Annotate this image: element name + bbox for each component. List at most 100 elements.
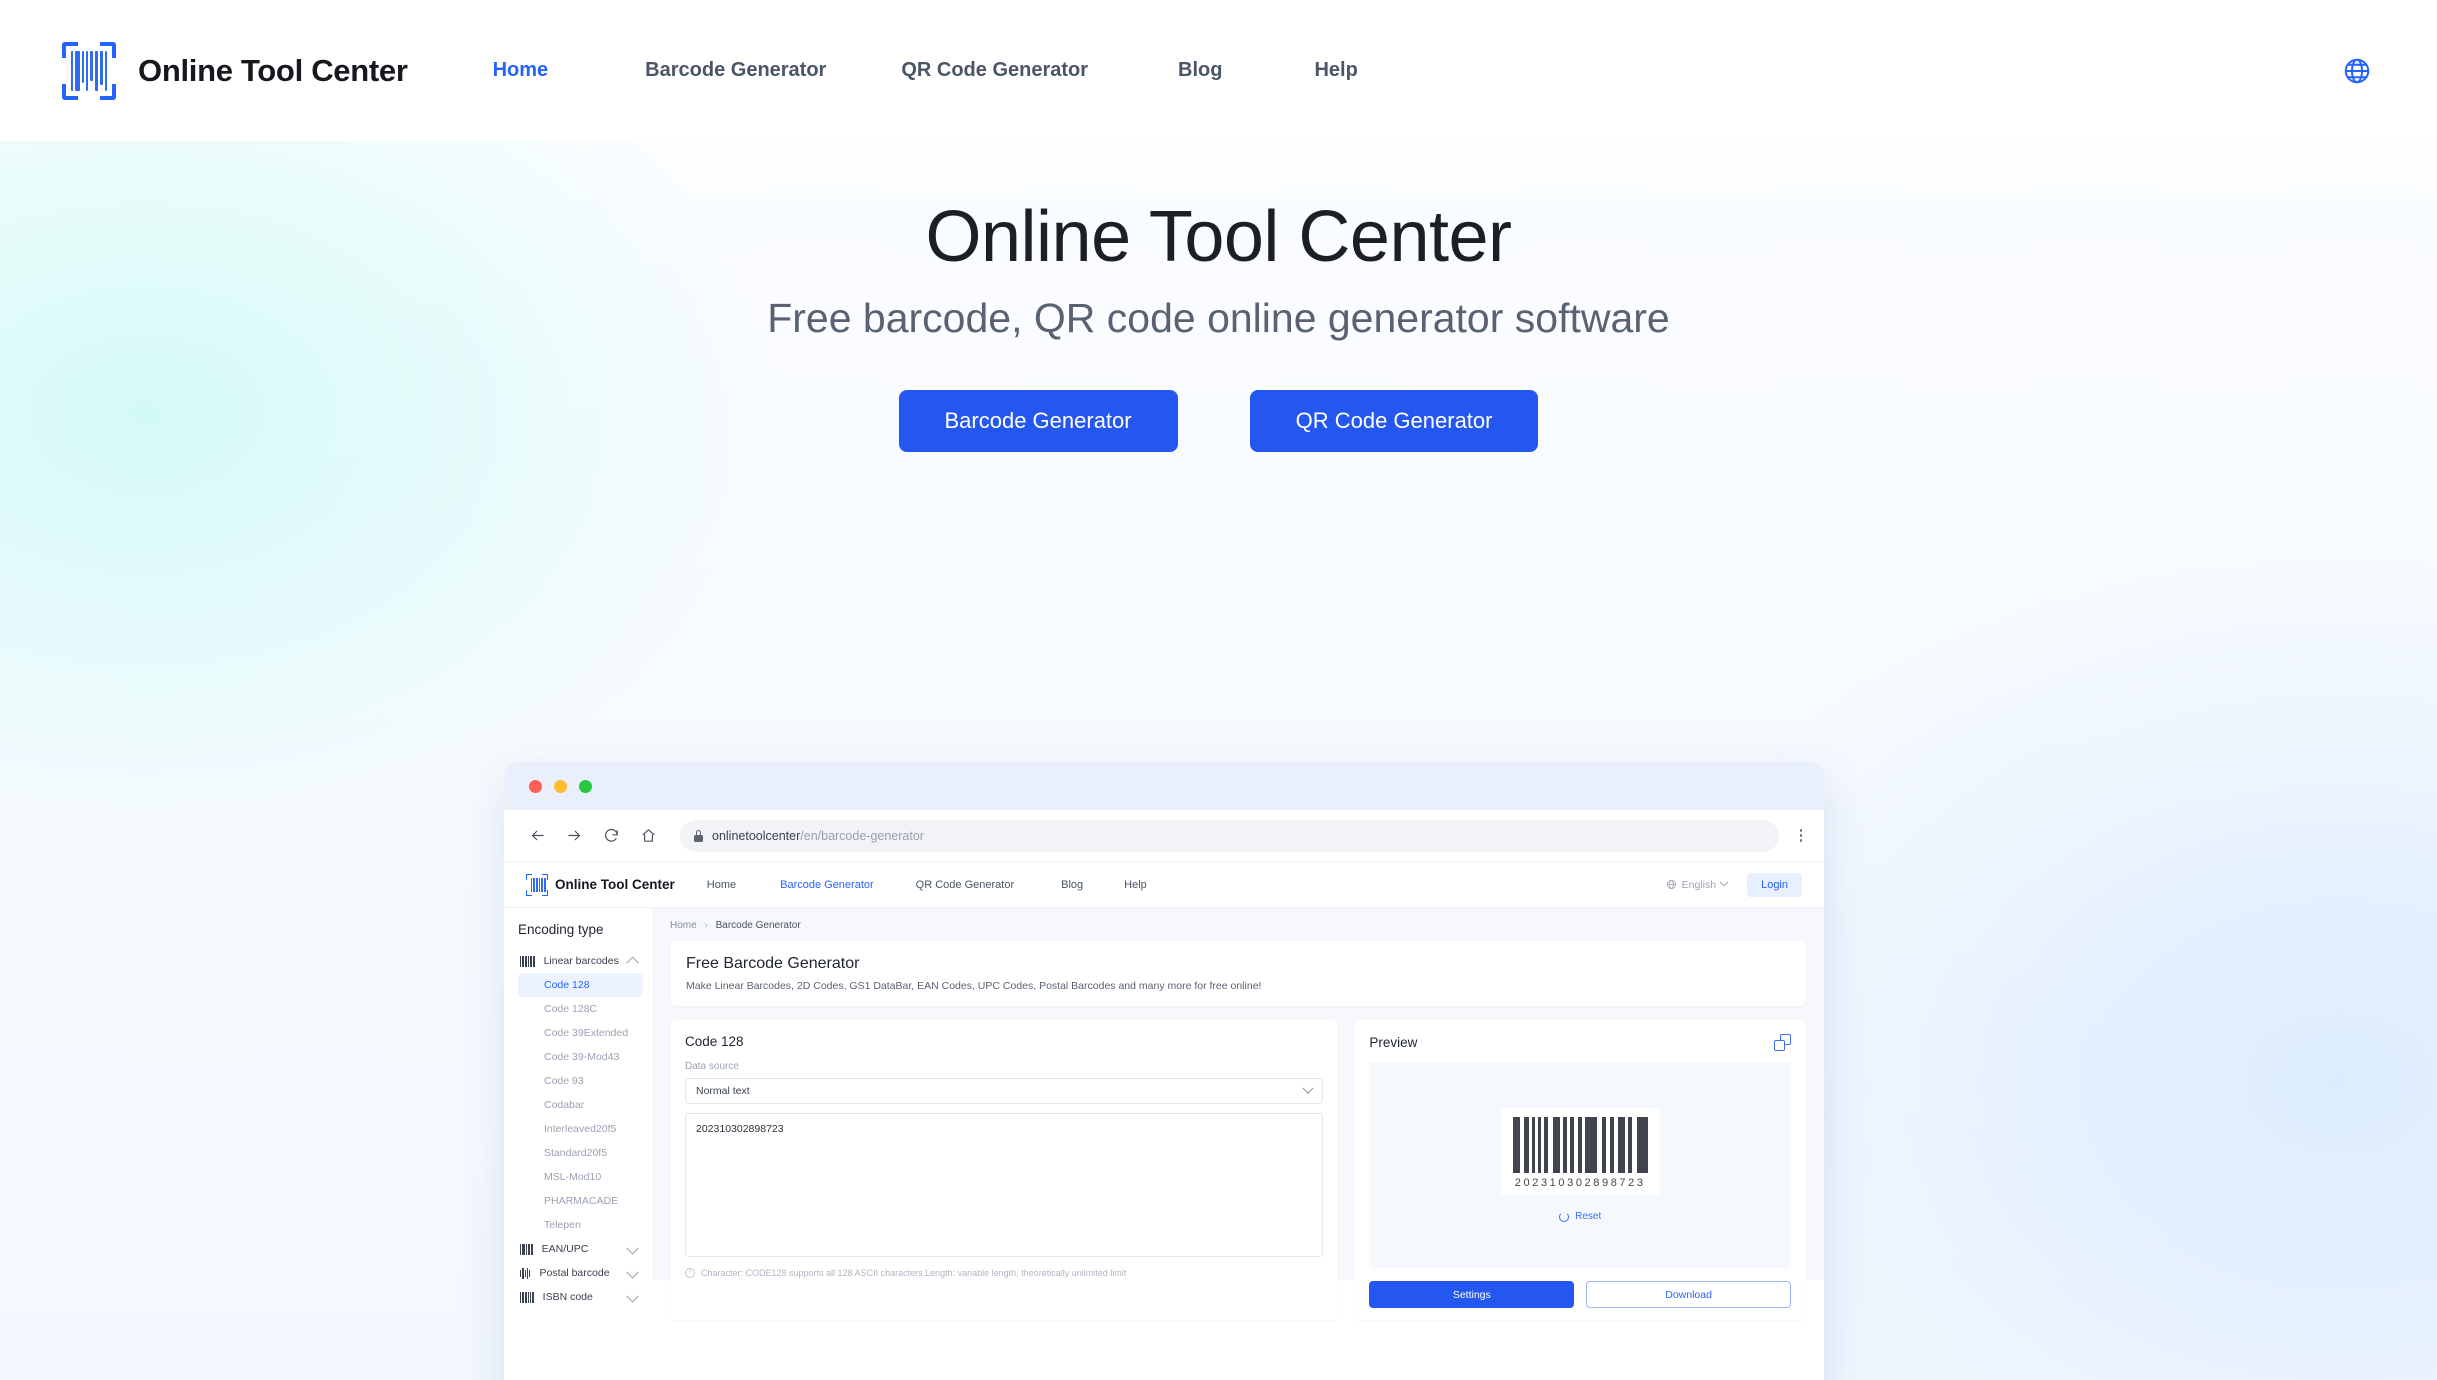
sidebar-group-postal-barcode[interactable]: Postal barcode [518,1261,643,1285]
sidebar-group-label: Linear barcodes [543,955,619,967]
nav-item-barcode-generator[interactable]: Barcode Generator [645,59,826,82]
sidebar-group-label: Postal barcode [539,1267,610,1279]
language-label: English [1681,878,1717,891]
sidebar-group-label: ISBN code [542,1291,593,1303]
sidebar-item-interleaved20f5[interactable]: Interleaved20f5 [518,1117,643,1141]
sidebar-title: Encoding type [518,922,604,937]
home-icon[interactable] [637,825,659,847]
address-bar-url: onlinetoolcenter/en/barcode-generator [712,829,924,843]
chevron-down-icon [1719,877,1729,886]
reset-label: Reset [1575,1211,1602,1222]
qr-code-generator-button[interactable]: QR Code Generator [1249,390,1539,452]
brand-name: Online Tool Center [138,52,408,88]
form-hint-text: Character: CODE128 supports all 128 ASCI… [701,1268,1127,1278]
browser-titlebar [504,762,1824,810]
arrow-left-icon[interactable] [526,825,548,847]
copy-icon[interactable] [1774,1034,1791,1051]
barcode-scan-icon [58,40,120,102]
download-button[interactable]: Download [1586,1281,1792,1308]
form-column: Code 128 Data source Normal text 2023103… [670,1020,1339,1320]
chevron-down-icon [1302,1082,1315,1094]
form-title: Code 128 [685,1034,744,1049]
sidebar-item-telepen[interactable]: Telepen [518,1213,643,1237]
address-bar[interactable]: onlinetoolcenter/en/barcode-generator [680,819,1779,852]
sidebar-item-msl-mod10[interactable]: MSL-Mod10 [518,1165,643,1189]
intro-card-title: Free Barcode Generator [686,955,860,972]
browser-mockup: onlinetoolcenter/en/barcode-generator On… [504,762,1824,1380]
barcode-scan-icon-small [526,873,548,896]
window-minimize-dot[interactable] [554,779,567,793]
inner-site-body: Encoding type Linear barcodes Code 128 C… [504,908,1824,1320]
data-source-select[interactable]: Normal text [685,1078,1324,1104]
preview-panel: Preview 202310302898723 Reset Settings D… [1354,1020,1806,1320]
reset-button[interactable]: Reset [1559,1211,1601,1222]
data-source-label: Data source [685,1061,739,1072]
login-button[interactable]: Login [1747,872,1802,897]
sidebar-group-label: EAN/UPC [541,1243,589,1255]
preview-header: Preview [1369,1034,1791,1051]
inner-nav-blog[interactable]: Blog [1061,879,1083,891]
globe-icon[interactable] [2335,49,2379,93]
barcode-generator-button[interactable]: Barcode Generator [898,390,1178,452]
inner-header-right: English Login [1666,872,1802,897]
page-title: Online Tool Center [925,197,1512,277]
intro-card: Free Barcode Generator Make Linear Barco… [670,941,1806,1006]
chevron-down-icon [626,1289,639,1302]
inner-nav-barcode-generator[interactable]: Barcode Generator [780,879,874,891]
preview-actions: Settings Download [1369,1281,1792,1308]
window-maximize-dot[interactable] [579,779,592,793]
reload-icon[interactable] [600,825,622,847]
page-subtitle: Free barcode, QR code online generator s… [767,295,1670,341]
breadcrumb-home[interactable]: Home [670,920,697,931]
kebab-menu-icon[interactable] [1799,829,1802,842]
refresh-icon [1559,1211,1570,1222]
inner-nav-home[interactable]: Home [707,879,736,891]
barcode-bars [1512,1117,1648,1173]
nav-item-help[interactable]: Help [1314,59,1357,82]
sidebar-item-codabar[interactable]: Codabar [518,1093,643,1117]
barcode-form-panel: Code 128 Data source Normal text 2023103… [670,1020,1339,1320]
sidebar-item-code-128c[interactable]: Code 128C [518,997,643,1021]
sidebar-item-code-128[interactable]: Code 128 [518,973,643,997]
breadcrumb-separator: › [704,920,708,931]
settings-button[interactable]: Settings [1369,1281,1575,1308]
barcode-preview-area: 202310302898723 Reset [1369,1062,1791,1268]
window-close-dot[interactable] [529,779,542,793]
url-host: onlinetoolcenter [712,828,801,843]
sidebar-item-code-39-mod43[interactable]: Code 39-Mod43 [518,1045,643,1069]
site-logo[interactable]: Online Tool Center [58,40,408,102]
arrow-right-icon[interactable] [563,825,585,847]
sidebar-group-ean-upc[interactable]: EAN/UPC [518,1237,643,1261]
inner-site-logo[interactable]: Online Tool Center [526,873,675,896]
sidebar-group-isbn-code[interactable]: ISBN code [518,1285,643,1309]
lock-icon [694,829,703,842]
hero-section: Online Tool Center Free barcode, QR code… [0,141,2437,1380]
language-selector[interactable]: English [1666,877,1729,891]
chevron-down-icon [626,1265,639,1278]
nav-item-blog[interactable]: Blog [1178,59,1222,82]
main-content: Home › Barcode Generator Free Barcode Ge… [654,908,1824,1320]
barcode-data-input[interactable]: 202310302898723 [685,1113,1324,1257]
sidebar-item-pharmacade[interactable]: PHARMACADE [518,1189,643,1213]
sidebar-item-code-39extended[interactable]: Code 39Extended [518,1021,643,1045]
nav-item-home[interactable]: Home [493,59,549,82]
inner-brand-name: Online Tool Center [555,877,675,892]
breadcrumb: Home › Barcode Generator [670,920,1806,931]
preview-column: Preview 202310302898723 Reset Settings D… [1354,1020,1806,1320]
inner-nav-help[interactable]: Help [1124,879,1147,891]
hero-cta-group: Barcode Generator QR Code Generator [0,390,2437,452]
nav-item-qr-code-generator[interactable]: QR Code Generator [901,59,1088,82]
sidebar-group-linear-barcodes[interactable]: Linear barcodes [518,949,643,973]
inner-site-header: Online Tool Center Home Barcode Generato… [504,862,1824,908]
postal-barcode-icon [520,1267,531,1279]
form-hint: Character: CODE128 supports all 128 ASCI… [685,1267,1323,1280]
sidebar-item-code-93[interactable]: Code 93 [518,1069,643,1093]
chevron-down-icon [626,1241,639,1254]
linear-barcode-icon [520,955,535,967]
breadcrumb-current: Barcode Generator [715,920,801,931]
ean-upc-icon [520,1243,533,1255]
chevron-up-icon [626,956,639,969]
isbn-barcode-icon [520,1291,534,1303]
inner-nav-qr-code-generator[interactable]: QR Code Generator [916,879,1014,891]
sidebar-item-standard20f5[interactable]: Standard20f5 [518,1141,643,1165]
